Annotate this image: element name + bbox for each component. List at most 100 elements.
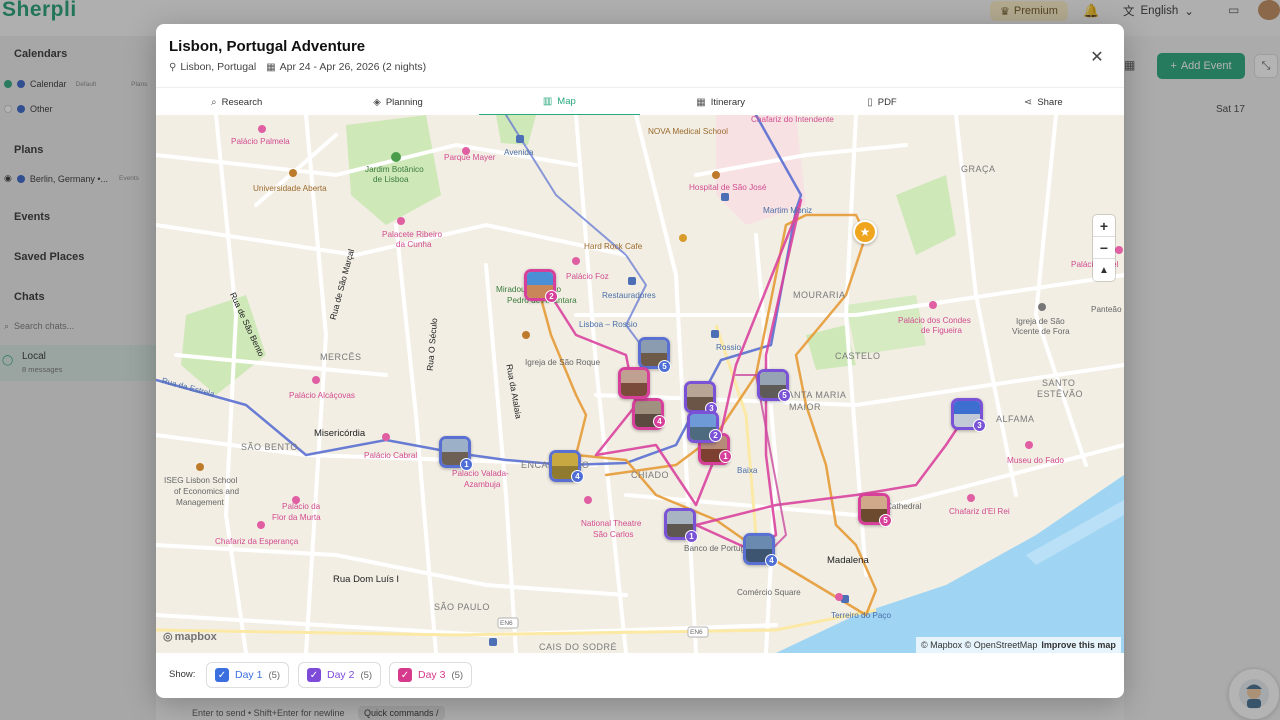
map-label: Palácio Palmela	[231, 137, 290, 146]
map-label: SANTO	[1042, 378, 1076, 388]
attribution-text[interactable]: © Mapbox © OpenStreetMap	[921, 640, 1037, 650]
map-label: Rossio	[716, 343, 742, 352]
day-label: Day 3	[418, 669, 446, 681]
checkbox-icon: ✓	[215, 668, 229, 682]
share-icon: ⋖	[1023, 96, 1033, 108]
zoom-out-button[interactable]: −	[1093, 237, 1115, 259]
pin-number-badge: 5	[658, 360, 671, 373]
day-2-toggle[interactable]: ✓ Day 2 (5)	[298, 662, 382, 688]
map-label: National Theatre	[581, 519, 642, 528]
map-label: Baixa	[737, 466, 758, 475]
pin-number-badge: 4	[571, 470, 584, 483]
modal-title: Lisbon, Portugal Adventure	[169, 38, 366, 55]
map-label: MOURARIA	[793, 290, 846, 300]
close-button[interactable]: ✕	[1086, 46, 1108, 68]
map-label: Palácio dos Condes	[898, 316, 971, 325]
map-label: Banco de Portugal	[684, 544, 752, 553]
map-label: Panteão	[1091, 305, 1122, 314]
day-1-toggle[interactable]: ✓ Day 1 (5)	[206, 662, 290, 688]
day-count: (5)	[360, 669, 373, 681]
pin-number-badge: 1	[460, 458, 473, 471]
modal-header: Lisbon, Portugal Adventure ⚲ Lisbon, Por…	[156, 24, 1124, 86]
map-label: Chafariz do Intendente	[751, 115, 834, 124]
map-label: MERCÊS	[320, 352, 362, 362]
tab-planning[interactable]: ◈ Planning	[317, 88, 478, 116]
calendar-icon: ▦	[266, 61, 276, 73]
map-label: Comércio Square	[737, 588, 801, 597]
map-label: Chafariz d'El Rei	[949, 507, 1010, 516]
map-label: EN6	[690, 629, 703, 636]
checkbox-icon: ✓	[307, 668, 321, 682]
reset-north-button[interactable]: ▲	[1093, 259, 1115, 281]
modal-tabs: ⌕ Research ◈ Planning ▥ Map ▦ Itinerary ▯ PDF…	[156, 87, 1124, 116]
star-icon[interactable]: ★	[853, 220, 877, 244]
show-label: Show:	[169, 669, 196, 680]
pin-number-badge: 1	[719, 450, 732, 463]
map-label: de Figueira	[921, 326, 962, 335]
map-label: Chafariz da Esperança	[215, 537, 299, 546]
map-label: Hard Rock Cafe	[584, 242, 643, 251]
map-canvas[interactable]: Palácio Palmela Parque Mayer Avenida NOV…	[156, 115, 1124, 653]
trip-location: Lisbon, Portugal	[180, 61, 257, 73]
map-label: ALFAMA	[996, 414, 1035, 424]
map-label: Igreja de São Roque	[525, 358, 601, 367]
pin-number-badge: 4	[653, 415, 666, 428]
tab-itinerary[interactable]: ▦ Itinerary	[640, 88, 801, 116]
map-label: SÃO PAULO	[434, 602, 490, 612]
day-filter-bar: Show: ✓ Day 1 (5) ✓ Day 2 (5) ✓ Day 3 (5…	[156, 653, 1124, 698]
map-label: CASTELO	[835, 351, 881, 361]
map-label: Palacete Ribeiro	[382, 230, 443, 239]
park-area	[846, 295, 926, 355]
tab-pdf[interactable]: ▯ PDF	[801, 88, 962, 116]
day-3-toggle[interactable]: ✓ Day 3 (5)	[389, 662, 473, 688]
map-label: of Economics and	[174, 487, 240, 496]
tab-label: Share	[1037, 96, 1063, 108]
map-label: ESTÊVÃO	[1037, 389, 1084, 399]
map-label: Museu do Fado	[1007, 456, 1064, 465]
map-label: Restauradores	[602, 291, 656, 300]
map-label: Palácio da	[282, 502, 321, 511]
layers-icon: ◈	[373, 96, 381, 108]
pin-number-badge: 5	[778, 389, 791, 402]
place-pin[interactable]	[618, 367, 650, 399]
map-label: Flor da Murta	[272, 513, 321, 522]
map-label: Avenida	[504, 148, 534, 157]
map-label: Terreiro do Paço	[831, 611, 892, 620]
day-count: (5)	[268, 669, 281, 681]
tab-label: Itinerary	[710, 96, 746, 108]
map-label: Cathedral	[886, 502, 922, 511]
map-label: Management	[176, 498, 224, 507]
map-label: Madalena	[827, 555, 869, 566]
map-label: MAIOR	[789, 402, 822, 412]
zoom-in-button[interactable]: +	[1093, 215, 1115, 237]
map-label: Lisboa – Rossio	[579, 320, 638, 329]
tab-share[interactable]: ⋖ Share	[963, 88, 1124, 116]
calendar-icon: ▦	[696, 96, 706, 108]
improve-map-link[interactable]: Improve this map	[1041, 640, 1116, 650]
modal-subtitle: ⚲ Lisbon, Portugal ▦ Apr 24 - Apr 26, 20…	[169, 61, 426, 73]
tab-label: Map	[557, 95, 576, 107]
map-label: São Carlos	[593, 530, 634, 539]
tab-label: Planning	[385, 96, 423, 108]
map-label: Palácio Foz	[566, 272, 609, 281]
day-label: Day 2	[327, 669, 355, 681]
day-label: Day 1	[235, 669, 263, 681]
map-label: Universidade Aberta	[253, 184, 327, 193]
map-label: Martim Moniz	[763, 206, 813, 215]
map-label: Vicente de Fora	[1012, 327, 1070, 336]
map-label: ISEG Lisbon School	[164, 476, 238, 485]
tab-label: PDF	[877, 96, 897, 108]
map-label: GRAÇA	[961, 164, 996, 174]
map-label: Jardim Botânico	[365, 165, 424, 174]
map-label: Azambuja	[464, 480, 501, 489]
mapbox-logo[interactable]: ◎ mapbox	[163, 630, 217, 644]
map-label: Parque Mayer	[444, 153, 496, 162]
tab-map[interactable]: ▥ Map	[478, 88, 640, 116]
tab-research[interactable]: ⌕ Research	[156, 88, 317, 116]
pin-number-badge: 3	[973, 419, 986, 432]
map-label: CHIADO	[631, 470, 670, 480]
map-attribution: © Mapbox © OpenStreetMap Improve this ma…	[916, 637, 1121, 653]
mapbox-logo-text: mapbox	[174, 630, 217, 643]
zoom-controls: + − ▲	[1093, 215, 1115, 281]
pin-number-badge: 4	[765, 554, 778, 567]
